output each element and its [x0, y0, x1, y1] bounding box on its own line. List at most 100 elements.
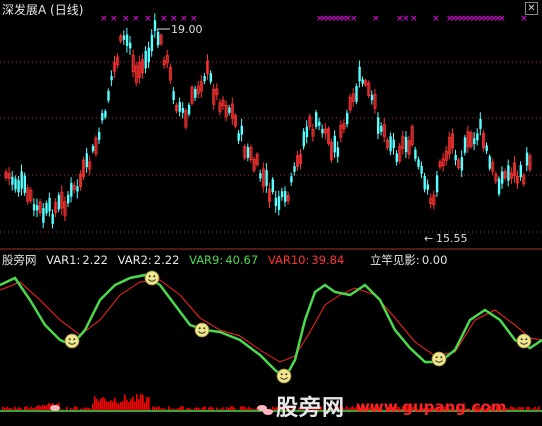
histogram-bar	[24, 406, 26, 410]
histogram-bar	[190, 409, 192, 410]
candle-body	[507, 165, 510, 181]
histogram-bar	[76, 406, 78, 410]
histogram-bar	[30, 406, 32, 410]
histogram-bar	[114, 397, 116, 410]
indicator-header: 股旁网 VAR1: 2.22 VAR2: 2.22 VAR9: 40.67 VAR10…	[2, 252, 453, 268]
candle-body	[377, 117, 380, 134]
candle-body	[125, 34, 129, 47]
histogram-bar	[128, 402, 130, 410]
candle-body	[265, 170, 268, 186]
histogram-bar	[96, 399, 98, 410]
candle-body	[150, 34, 154, 52]
indicator-source: 股旁网	[2, 253, 37, 267]
close-icon[interactable]: ✕	[525, 2, 538, 15]
candle-body	[23, 175, 26, 193]
histogram-bar	[34, 407, 36, 410]
histogram-bar	[80, 408, 82, 410]
histogram-bar	[126, 399, 128, 410]
histogram-bar	[182, 406, 184, 410]
candle-body	[32, 204, 36, 211]
candle-body	[346, 112, 349, 125]
histogram-bar	[212, 407, 214, 410]
histogram-bar	[10, 407, 12, 410]
candle-body	[101, 113, 104, 121]
histogram-bar	[204, 406, 206, 410]
histogram-bar	[218, 409, 220, 410]
x-marker-icon: ×	[100, 14, 108, 24]
candle-body	[473, 138, 476, 145]
histogram-bar	[106, 401, 108, 410]
histogram-bar	[164, 409, 166, 410]
candle-body	[104, 111, 107, 118]
candle-body	[172, 91, 175, 100]
histogram-bar	[136, 394, 138, 410]
histogram-bar	[26, 406, 28, 410]
histogram-bar	[242, 406, 244, 410]
candle-body	[321, 128, 324, 134]
histogram-marker	[257, 405, 267, 411]
candle-body	[463, 137, 467, 153]
candle-body	[51, 213, 54, 224]
histogram-bar	[532, 408, 534, 410]
x-marker-icon: ×	[372, 14, 380, 24]
histogram-bar	[44, 405, 46, 410]
candle-body	[417, 159, 420, 167]
histogram-bar	[152, 406, 154, 410]
histogram-bar	[202, 407, 204, 410]
histogram-bar	[254, 409, 256, 410]
candle-body	[36, 205, 39, 211]
histogram-bar	[4, 407, 6, 410]
histogram-bar	[230, 406, 232, 410]
candle-body	[187, 104, 191, 115]
histogram-bar	[162, 407, 164, 410]
candle-body	[178, 102, 181, 112]
candle-body	[277, 196, 281, 210]
x-marker-icon: ×	[498, 14, 506, 24]
histogram-bar	[118, 403, 120, 410]
histogram-bar	[194, 408, 196, 410]
histogram-bar	[252, 409, 254, 410]
histogram-bar	[522, 407, 524, 410]
histogram-bar	[90, 408, 92, 410]
candle-body	[389, 136, 392, 152]
histogram-bar	[530, 409, 532, 410]
histogram-bar	[520, 407, 522, 410]
candle-body	[228, 107, 231, 113]
candle-body	[358, 66, 361, 82]
candle-body	[305, 126, 309, 138]
histogram-bar	[108, 401, 110, 410]
histogram-bar	[538, 406, 540, 410]
var10-value: 39.84	[311, 253, 345, 267]
smiley-face-icon	[276, 368, 292, 384]
histogram-bar	[200, 409, 202, 410]
candle-body	[355, 85, 358, 102]
histogram-bar	[536, 408, 538, 410]
candle-body	[519, 164, 522, 178]
histogram-bar	[174, 409, 176, 410]
watermark-url: www.gupang.com	[356, 398, 507, 416]
watermark-text: 股旁网	[276, 396, 346, 421]
lgjy-label: 立竿见影:	[369, 253, 420, 267]
candle-body	[181, 107, 185, 113]
candle-body	[333, 135, 336, 153]
lgjy-value: 0.00	[421, 253, 448, 267]
histogram-bar	[178, 407, 180, 410]
histogram-bar	[88, 408, 90, 410]
candle-body	[153, 20, 157, 31]
histogram-bar	[186, 408, 188, 410]
candle-body	[380, 125, 383, 132]
candle-body	[426, 184, 429, 190]
candle-body	[57, 195, 61, 210]
candle-body	[122, 35, 126, 40]
candle-body	[293, 166, 296, 172]
histogram-bar	[60, 409, 62, 410]
histogram-bar	[232, 406, 234, 410]
x-marker-icon: ×	[402, 14, 410, 24]
candle-body	[209, 73, 212, 82]
x-marker-icon: ×	[410, 14, 418, 24]
histogram-bar	[100, 398, 102, 410]
chart-area[interactable]: × × × × × × × × × ××××××××× × ×× × × ×××××××××××××× × 1…	[0, 0, 542, 426]
candle-body	[497, 178, 501, 195]
chart-title: 深发展A (日线)	[2, 1, 83, 18]
candle-body	[395, 153, 398, 162]
